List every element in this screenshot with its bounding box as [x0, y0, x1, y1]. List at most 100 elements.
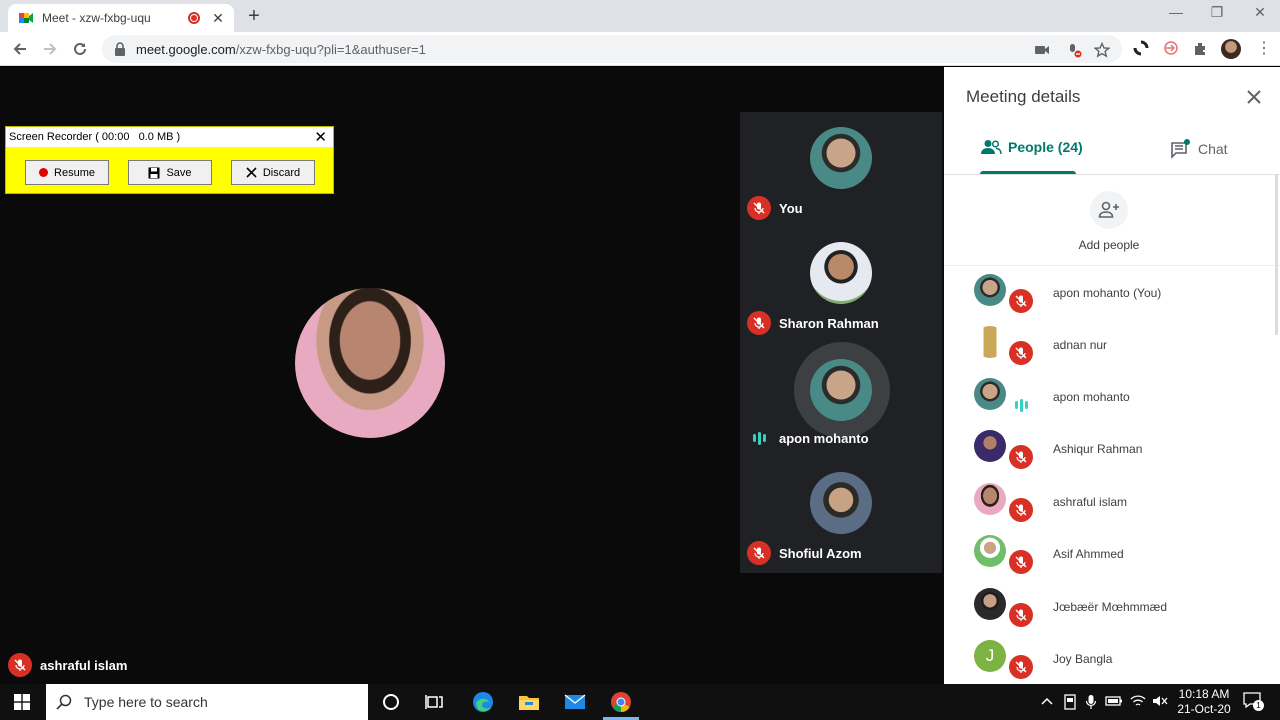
- people-list-item[interactable]: Ashiqur Rahman: [944, 423, 1280, 475]
- mail-icon[interactable]: [563, 690, 587, 714]
- avatar: [974, 378, 1006, 410]
- divider: [944, 174, 1280, 175]
- taskbar-search-box[interactable]: Type here to search: [46, 684, 368, 720]
- mic-off-icon: [747, 196, 771, 220]
- people-list-item[interactable]: Jœbæër Mœhmmæd: [944, 581, 1280, 633]
- recorder-resume-button[interactable]: Resume: [25, 160, 109, 185]
- speaker-muted-icon[interactable]: [1152, 694, 1168, 708]
- camera-icon[interactable]: [1034, 42, 1050, 58]
- signin-extension-icon[interactable]: [1162, 39, 1180, 57]
- avatar: [974, 483, 1006, 515]
- main-participant-avatar: [295, 288, 445, 438]
- avatar: [974, 326, 1006, 358]
- mic-off-icon: [1009, 289, 1033, 313]
- recorder-titlebar: Screen Recorder ( 00:00 0.0 MB ) ✕: [6, 127, 333, 147]
- recorder-discard-button[interactable]: Discard: [231, 160, 315, 185]
- mic-off-icon: [1009, 445, 1033, 469]
- mic-off-icon: [1009, 603, 1033, 627]
- participant-avatar: [810, 472, 872, 534]
- people-list-item[interactable]: apon mohanto: [944, 371, 1280, 423]
- mic-off-icon: [1009, 341, 1033, 365]
- sync-extension-icon[interactable]: [1132, 39, 1150, 57]
- bookmark-star-icon[interactable]: [1094, 42, 1110, 58]
- discard-x-icon: [246, 167, 257, 178]
- windows-start-icon[interactable]: [14, 694, 30, 710]
- mic-off-icon: [747, 311, 771, 335]
- search-placeholder: Type here to search: [84, 694, 208, 710]
- clock-time: 10:18 AM: [1178, 687, 1230, 701]
- person-name: Joy Bangla: [1053, 652, 1113, 666]
- file-explorer-icon[interactable]: [517, 690, 541, 714]
- avatar: [974, 535, 1006, 567]
- recording-indicator-icon: [188, 12, 200, 24]
- battery-icon[interactable]: [1105, 694, 1123, 708]
- task-view-icon[interactable]: [423, 690, 447, 714]
- notification-center-icon[interactable]: 1: [1243, 692, 1264, 712]
- back-arrow-icon[interactable]: [11, 40, 29, 58]
- meeting-details-panel: Meeting details People (24) Chat Add peo…: [944, 67, 1280, 684]
- person-name: apon mohanto: [1053, 390, 1130, 404]
- forward-arrow-icon[interactable]: [41, 40, 59, 58]
- wifi-icon[interactable]: [1130, 694, 1146, 708]
- show-hidden-icons-icon[interactable]: [1040, 696, 1054, 706]
- people-icon: [981, 140, 1002, 155]
- profile-avatar[interactable]: [1221, 39, 1241, 59]
- avatar: J: [974, 640, 1006, 672]
- edge-browser-icon[interactable]: [471, 690, 495, 714]
- discard-label: Discard: [262, 166, 301, 179]
- people-list-item[interactable]: ashraful islam: [944, 476, 1280, 528]
- people-list-item[interactable]: J Joy Bangla: [944, 633, 1280, 685]
- puzzle-extensions-icon[interactable]: [1192, 39, 1210, 57]
- divider: [944, 265, 1280, 266]
- avatar: [974, 430, 1006, 462]
- tab-people[interactable]: People (24): [980, 139, 1083, 155]
- windows-taskbar: Type here to search 10:18 AM 21-Oct-20 1: [0, 684, 1280, 720]
- browser-menu-button[interactable]: ⋮: [1256, 39, 1272, 59]
- tab-chat[interactable]: Chat: [1170, 139, 1228, 159]
- person-name: adnan nur: [1053, 338, 1108, 352]
- recorder-close-button[interactable]: ✕: [314, 128, 327, 146]
- address-bar[interactable]: meet.google.com/xzw-fxbg-uqu?pli=1&authu…: [102, 35, 1122, 63]
- participant-tile[interactable]: Shofiul Azom: [740, 457, 942, 572]
- people-list-item[interactable]: adnan nur: [944, 319, 1280, 371]
- blocked-mic-icon[interactable]: [1066, 42, 1082, 58]
- close-icon[interactable]: [1244, 87, 1264, 107]
- microphone-icon[interactable]: [1085, 694, 1097, 710]
- participant-name: Shofiul Azom: [779, 545, 862, 561]
- participant-name: Sharon Rahman: [779, 315, 879, 331]
- participant-name: You: [779, 200, 803, 216]
- add-people-label: Add people: [1078, 238, 1140, 252]
- participant-avatar: [810, 242, 872, 304]
- window-restore-button[interactable]: ❐: [1205, 4, 1229, 21]
- recorder-save-button[interactable]: Save: [128, 160, 212, 185]
- tile-label: apon mohanto: [747, 426, 869, 450]
- mic-off-icon: [1009, 655, 1033, 679]
- notification-count-badge: 1: [1253, 700, 1264, 711]
- people-list-item[interactable]: Asif Ahmmed: [944, 528, 1280, 580]
- tile-label: Sharon Rahman: [747, 311, 879, 335]
- participant-name: apon mohanto: [779, 430, 869, 446]
- browser-tab-meet[interactable]: Meet - xzw-fxbg-uqu ✕: [8, 4, 234, 32]
- tile-label: Shofiul Azom: [747, 541, 862, 565]
- window-minimize-button[interactable]: —: [1164, 4, 1188, 20]
- taskbar-clock[interactable]: 10:18 AM 21-Oct-20: [1170, 687, 1238, 717]
- participant-tiles: You Sharon Rahman apon mohanto Shofiul A…: [740, 112, 942, 573]
- participant-tile[interactable]: You: [740, 112, 942, 227]
- participant-tile[interactable]: Sharon Rahman: [740, 227, 942, 342]
- clock-date: 21-Oct-20: [1177, 702, 1231, 716]
- mic-off-icon: [1009, 498, 1033, 522]
- device-icon[interactable]: [1063, 694, 1077, 710]
- tab-close-button[interactable]: ✕: [210, 10, 226, 27]
- floppy-disk-icon: [148, 167, 160, 178]
- chrome-icon[interactable]: [609, 690, 633, 714]
- people-list-item[interactable]: apon mohanto (You): [944, 267, 1280, 319]
- add-people-button[interactable]: Add people: [1074, 191, 1144, 252]
- reload-icon[interactable]: [71, 40, 89, 58]
- panel-scrollbar[interactable]: [1275, 175, 1278, 335]
- participant-tile-speaking[interactable]: apon mohanto: [740, 342, 942, 457]
- new-tab-button[interactable]: +: [244, 6, 264, 26]
- record-dot-icon: [39, 168, 49, 177]
- window-close-button[interactable]: ✕: [1248, 4, 1272, 21]
- tab-people-label: People (24): [1008, 139, 1083, 155]
- cortana-icon[interactable]: [379, 690, 403, 714]
